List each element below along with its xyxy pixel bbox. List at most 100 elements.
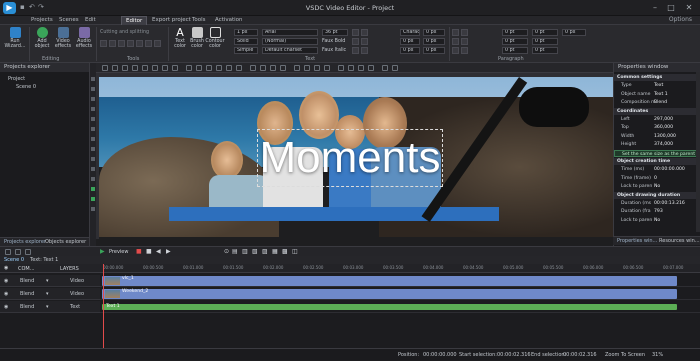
tool-icon[interactable]: [91, 117, 95, 121]
redo-icon[interactable]: [152, 65, 158, 71]
tool-icon[interactable]: [270, 65, 276, 71]
font-size-select[interactable]: 36 pt: [322, 29, 348, 36]
eye-icon[interactable]: ◉: [4, 288, 8, 300]
tree-item-scene[interactable]: Scene 0: [16, 84, 36, 90]
tool-icon[interactable]: [358, 65, 364, 71]
tool-icon[interactable]: [100, 40, 107, 47]
property-row[interactable]: Height 374,000: [614, 141, 700, 148]
scene-add-icon[interactable]: [5, 249, 11, 255]
timeline-clip[interactable]: Weekend_2: [102, 289, 677, 299]
tool-icon[interactable]: [304, 65, 310, 71]
tool-icon[interactable]: [348, 65, 354, 71]
tool-icon[interactable]: [250, 65, 256, 71]
pt-field-3[interactable]: 0 pt: [502, 38, 528, 45]
prev-frame-icon[interactable]: ◀: [156, 248, 161, 255]
property-value[interactable]: Blend: [654, 99, 667, 106]
property-row[interactable]: Left 297,000: [614, 116, 700, 123]
preview-button[interactable]: Preview: [109, 249, 128, 255]
tool-icon[interactable]: [226, 65, 232, 71]
tool-icon[interactable]: [368, 65, 374, 71]
cutting-splitting-label[interactable]: Cutting and splitting: [100, 30, 149, 35]
tool-icon[interactable]: [314, 65, 320, 71]
track-blend-mode[interactable]: Blend: [20, 301, 34, 313]
menu-editor[interactable]: Editor: [121, 16, 148, 25]
zoom-to-screen-button[interactable]: Zoom To Screen: [605, 349, 645, 361]
strike-icon[interactable]: [361, 38, 368, 45]
maximize-button[interactable]: □: [664, 2, 678, 14]
track-settings-icon[interactable]: ▾: [46, 275, 49, 287]
charset-select[interactable]: Default charset: [262, 47, 318, 54]
tool-icon[interactable]: [186, 65, 192, 71]
timeline-tool-icon[interactable]: ▩: [282, 248, 288, 255]
property-row[interactable]: Time (ms) 00:00:00.000: [614, 166, 700, 173]
options-button[interactable]: Options: [669, 16, 692, 23]
tab-projects-explorer[interactable]: Projects explorer: [4, 239, 46, 245]
property-value[interactable]: 0: [654, 175, 657, 182]
contour-color-button[interactable]: Contour color: [204, 27, 226, 49]
timeline-ruler[interactable]: 00:00.000 00:00.500 00:01.000 00:01.500 00:0…: [100, 264, 700, 273]
pt-field-6[interactable]: 0 pt: [532, 47, 558, 54]
line-type-select[interactable]: Simple: [234, 47, 258, 54]
tool-icon[interactable]: [91, 157, 95, 161]
tab-properties-window[interactable]: Properties win...: [617, 238, 657, 244]
track-blend-mode[interactable]: Blend: [20, 275, 34, 287]
property-row[interactable]: Lock to paren No: [614, 217, 700, 224]
tool-icon[interactable]: [172, 65, 178, 71]
line-width-select[interactable]: 1 px: [234, 29, 258, 36]
tool-icon[interactable]: [127, 40, 134, 47]
property-value[interactable]: No: [654, 217, 660, 224]
property-row[interactable]: Duration (fra 793: [614, 208, 700, 215]
align-right-icon[interactable]: [452, 38, 459, 45]
tool-icon[interactable]: [136, 40, 143, 47]
close-button[interactable]: ✕: [682, 2, 696, 14]
list-icon[interactable]: [452, 47, 459, 54]
pt-field-4[interactable]: 0 pt: [532, 38, 558, 45]
minimize-button[interactable]: –: [648, 2, 662, 14]
timeline-cursor-icon[interactable]: ⊙: [224, 248, 229, 255]
px-field-5[interactable]: 0 px: [423, 47, 445, 54]
tool-icon[interactable]: [91, 127, 95, 131]
superscript-icon[interactable]: [352, 47, 359, 54]
tool-icon[interactable]: [154, 40, 161, 47]
add-object-button[interactable]: Add object: [31, 27, 53, 49]
tool-icon[interactable]: [260, 65, 266, 71]
italic-icon[interactable]: [361, 29, 368, 36]
property-row[interactable]: Lock to paren No: [614, 183, 700, 190]
timeline-clip[interactable]: vlc_1: [102, 276, 677, 286]
stop-icon[interactable]: ■: [146, 248, 152, 255]
tool-icon[interactable]: [112, 65, 118, 71]
play-icon[interactable]: ▶: [100, 248, 105, 255]
property-value[interactable]: 374,000: [654, 141, 673, 148]
menu-scenes[interactable]: Scenes: [55, 16, 83, 25]
tool-icon[interactable]: [382, 65, 388, 71]
timeline-tool-icon[interactable]: ▤: [232, 248, 238, 255]
tool-icon[interactable]: [206, 65, 212, 71]
timeline-tool-icon[interactable]: ▦: [272, 248, 278, 255]
text-object-moments[interactable]: Moments: [257, 129, 443, 187]
tool-icon[interactable]: [122, 65, 128, 71]
property-row[interactable]: Object name Text 1: [614, 91, 700, 98]
track-lane[interactable]: Text 1: [100, 301, 700, 313]
tool-icon[interactable]: [91, 107, 95, 111]
track-blend-mode[interactable]: Blend: [20, 288, 34, 300]
playhead[interactable]: [103, 264, 104, 348]
menu-tools[interactable]: Tools: [188, 16, 210, 25]
timeline-tool-icon[interactable]: ◫: [292, 248, 298, 255]
audio-effects-button[interactable]: Audio effects: [73, 27, 95, 49]
timeline-tool-icon[interactable]: ▨: [262, 248, 268, 255]
tool-icon[interactable]: [216, 65, 222, 71]
tool-icon[interactable]: [145, 40, 152, 47]
pt-field-5[interactable]: 0 pt: [502, 47, 528, 54]
font-style-select[interactable]: (Normal): [262, 38, 318, 45]
record-icon[interactable]: ■: [136, 248, 142, 255]
line-style-select[interactable]: Solid: [234, 38, 258, 45]
tool-icon[interactable]: [196, 65, 202, 71]
align-center-icon[interactable]: [461, 29, 468, 36]
tool-icon[interactable]: [102, 65, 108, 71]
px-field-1[interactable]: 0 px: [423, 29, 445, 36]
menu-projects[interactable]: Projects: [27, 16, 57, 25]
timeline-clip[interactable]: Text 1: [102, 304, 677, 310]
track-header[interactable]: ◉ Blend ▾ Text: [0, 301, 100, 313]
property-value[interactable]: 297,000: [654, 116, 673, 123]
justify-icon[interactable]: [461, 38, 468, 45]
